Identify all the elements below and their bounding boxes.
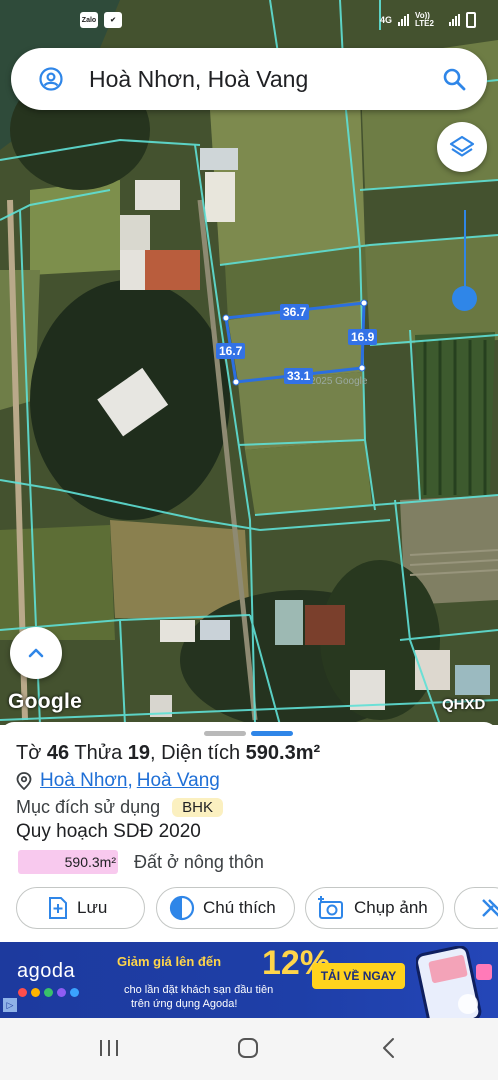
sheet-label: Tờ bbox=[16, 742, 42, 764]
ad-headline: Giảm giá lên đến bbox=[117, 954, 222, 969]
add-photo-icon bbox=[318, 896, 343, 919]
system-nav-bar bbox=[0, 1018, 498, 1080]
dimension-right: 16.9 bbox=[348, 329, 378, 345]
location-separator: , bbox=[127, 770, 133, 791]
account-icon[interactable] bbox=[39, 67, 63, 91]
add-bookmark-icon bbox=[49, 897, 67, 919]
phone-illustration-icon bbox=[416, 946, 492, 1018]
network-type: 4G bbox=[379, 15, 392, 25]
legend-label: Chú thích bbox=[203, 898, 276, 917]
plan-title: Quy hoạch SDĐ 2020 bbox=[16, 821, 201, 842]
search-bar[interactable]: Hoà Nhơn, Hoà Vang bbox=[11, 48, 487, 110]
dimension-top: 36.7 bbox=[280, 304, 310, 320]
search-icon[interactable] bbox=[441, 66, 467, 92]
signal-icon bbox=[398, 14, 409, 26]
status-bar: Zalo ✔ 4G Vo)) LTE2 bbox=[0, 0, 498, 40]
area-value: 590.3m² bbox=[245, 742, 321, 764]
home-icon[interactable] bbox=[237, 1037, 259, 1059]
recent-apps-icon[interactable] bbox=[98, 1037, 120, 1059]
search-title[interactable]: Hoà Nhơn, Hoà Vang bbox=[89, 66, 308, 93]
save-label: Lưu bbox=[77, 898, 108, 917]
app-screen: © 2025 Google 36.7 16.9 16.7 33.1 Zalo ✔… bbox=[0, 0, 498, 1080]
sheet-number: 46 bbox=[46, 742, 70, 764]
district-link[interactable]: Hoà Vang bbox=[137, 770, 220, 792]
agoda-logo: agoda bbox=[17, 960, 76, 982]
zalo-notification-icon: Zalo bbox=[80, 12, 98, 28]
layers-icon bbox=[449, 135, 475, 157]
ad-choices-icon[interactable]: ▷ bbox=[3, 998, 17, 1012]
purpose-code-badge[interactable]: BHK bbox=[172, 798, 223, 817]
plan-area-chip: 590.3m² bbox=[18, 850, 118, 874]
land-use-purpose: Mục đích sử dụng BHK bbox=[16, 797, 223, 818]
parcel-info-sheet: Tờ 46 Thửa 19, Diện tích 590.3m² Hoà Nhơ… bbox=[0, 722, 498, 942]
agoda-ad-banner[interactable]: agoda Giảm giá lên đến 12% cho lần đặt k… bbox=[0, 942, 498, 1018]
qhxd-label[interactable]: QHXD bbox=[442, 696, 485, 713]
opacity-slider-handle[interactable] bbox=[452, 286, 477, 311]
opacity-slider-track[interactable] bbox=[464, 210, 466, 298]
expand-sheet-button[interactable] bbox=[10, 627, 62, 679]
plot-label: Thửa bbox=[74, 742, 123, 764]
parcel-location: Hoà Nhơn , Hoà Vang bbox=[16, 770, 220, 792]
legend-button[interactable]: Chú thích bbox=[156, 887, 295, 929]
google-watermark: Google bbox=[8, 690, 83, 713]
parcel-heading: Tờ 46 Thửa 19, Diện tích 590.3m² bbox=[16, 742, 321, 764]
dimension-bottom: 33.1 bbox=[284, 368, 314, 384]
lte-label: Vo)) LTE2 bbox=[415, 11, 434, 28]
battery-icon bbox=[466, 12, 476, 28]
layers-button[interactable] bbox=[437, 122, 487, 172]
capture-button[interactable]: Chụp ảnh bbox=[305, 887, 444, 929]
ward-link[interactable]: Hoà Nhơn bbox=[40, 770, 127, 792]
location-pin-icon bbox=[16, 772, 32, 790]
area-label: Diện tích bbox=[161, 742, 241, 764]
chevron-up-icon bbox=[28, 648, 44, 658]
capture-label: Chụp ảnh bbox=[354, 898, 428, 917]
ad-line-2: trên ứng dụng Agoda! bbox=[131, 998, 238, 1010]
save-button[interactable]: Lưu bbox=[16, 887, 145, 929]
plan-area-row: 590.3m² Đất ở nông thôn bbox=[18, 850, 264, 874]
purpose-label: Mục đích sử dụng bbox=[16, 797, 161, 817]
plan-area-description: Đất ở nông thôn bbox=[134, 851, 264, 872]
agoda-dots-icon bbox=[18, 988, 79, 997]
dimension-left: 16.7 bbox=[216, 343, 246, 359]
more-tools-button[interactable] bbox=[454, 887, 498, 929]
action-buttons: Lưu Chú thích Chụp ảnh bbox=[16, 887, 498, 931]
satellite-map[interactable]: © 2025 Google 36.7 16.9 16.7 33.1 Zalo ✔… bbox=[0, 0, 498, 725]
plot-number: 19 bbox=[127, 742, 151, 764]
back-icon[interactable] bbox=[378, 1037, 400, 1059]
ad-line-1: cho lần đặt khách sạn đầu tiên bbox=[124, 984, 274, 996]
check-notification-icon: ✔ bbox=[104, 12, 122, 28]
sheet-handle[interactable] bbox=[204, 731, 293, 736]
ad-cta-button[interactable]: TẢI VỀ NGAY bbox=[312, 963, 405, 989]
contrast-icon bbox=[169, 895, 195, 921]
signal-icon-2 bbox=[449, 14, 460, 26]
tools-icon bbox=[482, 899, 498, 917]
